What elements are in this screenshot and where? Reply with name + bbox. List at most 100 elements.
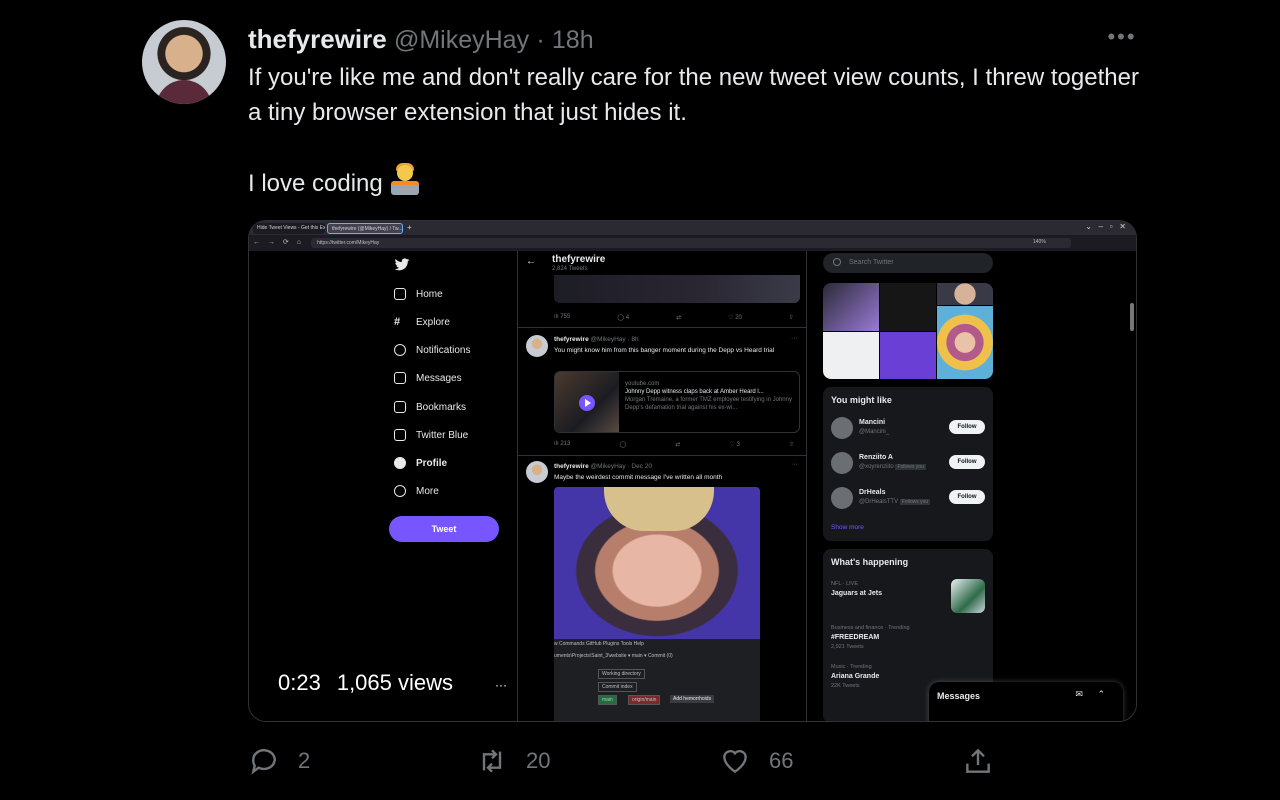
profile-header: ← thefyrewire 2,824 Tweets (518, 251, 806, 275)
nav-notifications[interactable]: Notifications (394, 344, 470, 356)
retweet-stat[interactable]: ⇄ (676, 314, 681, 321)
avatar[interactable] (831, 452, 853, 474)
browser-url: https://twitter.com/MikeyHay (311, 238, 1071, 248)
tweet-action-row: ılı 213 ◯ ⇄ ♡ 3 ⇧ (554, 441, 794, 448)
browser-address-bar: ← → ⟳ ⌂ https://twitter.com/MikeyHay 140… (249, 235, 1136, 251)
video-thumbnail (555, 372, 619, 432)
tweet-author: thefyrewire @MikeyHay · Dec 20 (554, 463, 653, 470)
trend-category: Business and finance · Trending (831, 625, 910, 631)
video-duration: 0:23 (278, 670, 321, 695)
tweet-author: thefyrewire @MikeyHay · 8h (554, 336, 639, 343)
tweet-action-row: ılı 755 ◯ 4 ⇄ ♡ 20 ⇧ (554, 314, 794, 321)
retweet-button[interactable]: 20 (476, 745, 550, 777)
link-card-info: youtube.com Johnny Depp witness claps ba… (625, 380, 797, 412)
reply-stat[interactable]: ◯ (619, 441, 626, 448)
heart-icon (723, 749, 747, 774)
nav-more-label: More (416, 485, 439, 497)
follow-button[interactable]: Follow (949, 420, 985, 434)
messages-dock-label: Messages (937, 691, 981, 701)
more-options-icon[interactable]: ··· (791, 335, 798, 342)
more-options-icon[interactable]: ••• (1104, 24, 1140, 52)
editor-menu: w Commands GitHub Plugins Tools Help (554, 641, 644, 647)
media-grid[interactable] (823, 283, 993, 379)
tweet-header: thefyrewire @MikeyHay · 18h (248, 24, 594, 55)
like-stat[interactable]: ♡ 3 (729, 441, 739, 448)
share-stat[interactable]: ⇧ (789, 441, 794, 448)
git-branch: origin/main (628, 695, 661, 705)
like-stat[interactable]: ♡ 20 (728, 314, 742, 321)
author-display-name[interactable]: thefyrewire (248, 24, 387, 54)
suggested-user-name[interactable]: Renziito A (859, 454, 893, 461)
show-more-link[interactable]: Show more (831, 524, 864, 531)
suggested-user-handle: @DrHealsTTV Follows you (859, 499, 931, 505)
nav-bookmarks[interactable]: Bookmarks (394, 401, 466, 413)
nav-home[interactable]: Home (394, 288, 443, 300)
nav-profile[interactable]: Profile (394, 457, 447, 469)
author-avatar[interactable] (142, 20, 226, 104)
back-arrow-icon[interactable]: ← (526, 256, 536, 267)
share-stat[interactable]: ⇧ (789, 314, 794, 321)
compose-tweet-button[interactable]: Tweet (389, 516, 499, 542)
reply-icon (251, 749, 276, 775)
nav-notifications-label: Notifications (416, 344, 471, 356)
divider (518, 327, 806, 328)
browser-zoom: 140% (1033, 239, 1046, 245)
more-options-icon[interactable]: ··· (791, 461, 798, 468)
new-tab-icon: + (407, 223, 412, 232)
hashtag-icon: # (394, 316, 401, 328)
trend-name[interactable]: #FREEDREAM (831, 634, 879, 641)
video-view-count: 1,065 views (336, 670, 454, 695)
technologist-emoji-icon (389, 163, 421, 197)
trend-image[interactable] (951, 579, 985, 613)
right-sidebar: Search Twitter You might like Mancini @M… (823, 251, 993, 721)
avatar[interactable] (831, 417, 853, 439)
suggested-user-name[interactable]: DrHeals (859, 489, 885, 496)
follow-button[interactable]: Follow (949, 490, 985, 504)
retweet-count: 20 (526, 748, 551, 773)
nav-explore-label: Explore (416, 316, 450, 328)
search-input[interactable]: Search Twitter (823, 253, 993, 273)
nav-twitter-blue[interactable]: Twitter Blue (394, 429, 468, 441)
git-branch: main (598, 695, 617, 705)
nav-messages[interactable]: Messages (394, 372, 462, 384)
trend-name[interactable]: Jaguars at Jets (831, 590, 882, 597)
reply-stat[interactable]: ◯ 4 (617, 314, 629, 321)
share-icon (966, 748, 990, 773)
follow-button[interactable]: Follow (949, 455, 985, 469)
nav-bookmarks-label: Bookmarks (416, 401, 467, 413)
like-button[interactable]: 66 (719, 745, 793, 777)
nav-home-label: Home (416, 288, 443, 300)
suggested-user-handle: @xoyrenziito Follows you (859, 464, 926, 470)
trend-name[interactable]: Ariana Grande (831, 673, 879, 680)
messages-dock[interactable]: Messages ✉ ⌃ (929, 682, 1123, 721)
author-handle[interactable]: @MikeyHay (394, 26, 529, 54)
trend-count: 22K Tweets (831, 683, 860, 689)
nav-twitter-blue-label: Twitter Blue (416, 429, 469, 441)
browser-tab-active: thefyrewire (@MikeyHay) / Tw... (327, 223, 403, 234)
trend-category: NFL · LIVE (831, 581, 858, 587)
embedded-twitter-page: Home # Explore Notifications Messages Boo… (249, 251, 1136, 721)
trend-count: 2,921 Tweets (831, 644, 864, 650)
scrollbar[interactable] (1130, 303, 1134, 331)
browser-tab-bar: Hide Tweet Views - Get this Ex... thefyr… (249, 221, 1136, 235)
reply-count: 2 (298, 748, 311, 773)
compose-and-expand-icons[interactable]: ✉ ⌃ (1075, 689, 1111, 700)
youtube-link-card[interactable]: youtube.com Johnny Depp witness claps ba… (554, 371, 800, 433)
card-description: Morgan Tremaine, a former TMZ employee t… (625, 397, 792, 411)
reply-button[interactable]: 2 (248, 745, 310, 777)
share-button[interactable] (962, 745, 994, 777)
tweet-timestamp[interactable]: 18h (552, 26, 594, 54)
retweet-stat[interactable]: ⇄ (675, 441, 680, 448)
twitter-logo-icon (394, 258, 410, 271)
video-more-icon[interactable]: ··· (495, 678, 507, 692)
avatar[interactable] (526, 461, 548, 483)
video-frame[interactable] (554, 487, 760, 639)
nav-more[interactable]: More (394, 485, 439, 497)
suggested-user-name[interactable]: Mancini (859, 419, 885, 426)
bell-icon (394, 344, 406, 356)
bookmark-icon (394, 401, 406, 413)
avatar[interactable] (526, 335, 548, 357)
tweet-video[interactable]: Hide Tweet Views - Get this Ex... thefyr… (248, 220, 1137, 722)
nav-explore[interactable]: # Explore (394, 316, 450, 328)
avatar[interactable] (831, 487, 853, 509)
